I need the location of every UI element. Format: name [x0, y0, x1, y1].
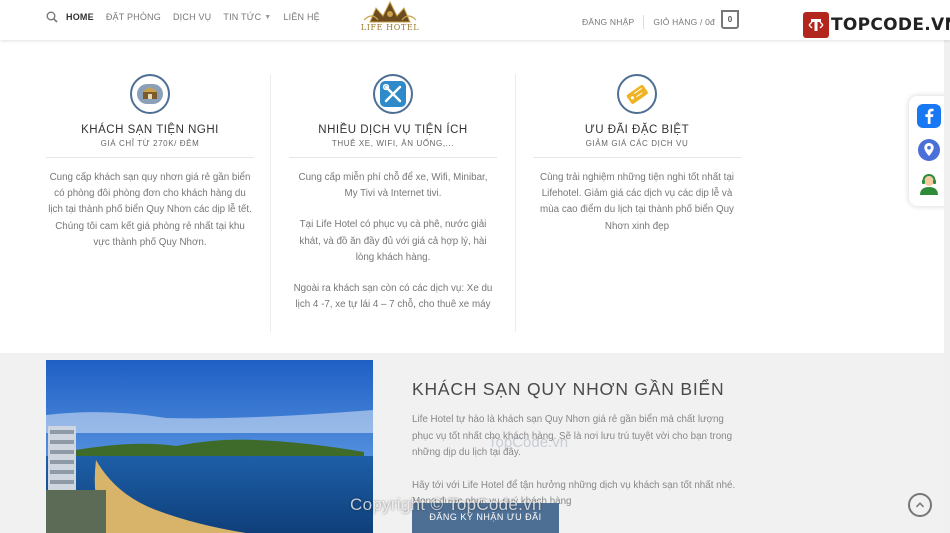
- section-title: KHÁCH SẠN QUY NHƠN GẦN BIỂN: [412, 379, 725, 399]
- cart-count-badge[interactable]: 0: [721, 10, 739, 29]
- cart-link[interactable]: GIỎ HÀNG / 0đ: [653, 17, 715, 27]
- scrollbar[interactable]: [944, 40, 950, 533]
- feature-description: Cùng trải nghiệm những tiện nghi tốt nhấ…: [540, 172, 734, 232]
- nav-services[interactable]: DỊCH VỤ: [173, 12, 211, 22]
- nav-news[interactable]: TIN TỨC ▼: [223, 12, 271, 22]
- topcode-brand: TOPCODE.VN: [803, 12, 950, 38]
- hotel-icon: [137, 84, 163, 104]
- feature-card-hotel: KHÁCH SẠN TIỆN NGHI GIÁ CHỈ TỪ 270K/ ĐÊM…: [46, 74, 254, 251]
- chevron-down-icon: ▼: [264, 13, 272, 21]
- nav-news-label: TIN TỨC: [223, 12, 262, 22]
- column-divider: [270, 74, 271, 332]
- feature-description: Tại Life Hotel có phục vụ cà phê, nước g…: [299, 219, 487, 263]
- feature-description: Ngoài ra khách sạn còn có các dịch vụ: X…: [293, 283, 493, 311]
- divider: [289, 157, 497, 158]
- divider: [533, 157, 741, 158]
- coupon-icon: [626, 84, 648, 104]
- feature-description: Cung cấp miễn phí chỗ để xe, Wifi, Minib…: [298, 172, 488, 200]
- support-agent-icon[interactable]: [917, 172, 941, 196]
- features-section: KHÁCH SẠN TIỆN NGHI GIÁ CHỈ TỪ 270K/ ĐÊM…: [0, 40, 950, 353]
- feature-subtitle: GIÁ CHỈ TỪ 270K/ ĐÊM: [100, 139, 200, 148]
- feature-card-offers: ƯU ĐÃI ĐẶC BIỆT GIẢM GIÁ CÁC DỊCH VỤ Cùn…: [533, 74, 741, 235]
- feature-subtitle: GIẢM GIÁ CÁC DỊCH VỤ: [585, 139, 689, 148]
- brand-name: TOPCODE.VN: [831, 15, 950, 35]
- feature-subtitle: THUÊ XE, WIFI, ĂN UỐNG,...: [331, 139, 455, 148]
- divider: [643, 14, 645, 29]
- nav-home[interactable]: HOME: [66, 12, 94, 22]
- logo-text: LIFE HOTEL: [360, 23, 420, 32]
- account-nav: ĐĂNG NHẬP GIỎ HÀNG / 0đ 0: [582, 10, 739, 31]
- tools-icon: [380, 81, 406, 107]
- search-icon[interactable]: [46, 11, 58, 23]
- site-header: HOME ĐẶT PHÒNG DỊCH VỤ TIN TỨC ▼ LIÊN HỆ …: [0, 0, 950, 40]
- nav-contact[interactable]: LIÊN HỆ: [283, 12, 319, 22]
- feature-description: Cung cấp khách sạn quy nhơn giá rẻ gần b…: [48, 172, 252, 248]
- facebook-icon[interactable]: [917, 104, 941, 128]
- topcode-logo-icon: [803, 12, 829, 38]
- feature-title: ƯU ĐÃI ĐẶC BIỆT: [584, 124, 690, 136]
- about-content: KHÁCH SẠN QUY NHƠN GẦN BIỂN Life Hotel t…: [412, 379, 742, 511]
- map-pin-icon[interactable]: [917, 138, 941, 162]
- beach-photo: [46, 360, 373, 533]
- column-divider: [515, 74, 516, 332]
- feature-icon-circle: [130, 74, 170, 114]
- watermark-text: TopCode.vn: [488, 434, 569, 451]
- quy-nhon-beach-image: [46, 360, 373, 533]
- feature-title: NHIỀU DỊCH VỤ TIỆN ÍCH: [318, 124, 468, 136]
- copyright-watermark: Copyright © TopCode.vn: [350, 495, 542, 514]
- chevron-up-icon: [915, 502, 925, 508]
- feature-title: KHÁCH SẠN TIỆN NGHI: [81, 124, 219, 136]
- about-paragraph: Life Hotel tự hào là khách sạn Quy Nhơn …: [412, 414, 733, 458]
- hotel-logo[interactable]: LIFE HOTEL: [352, 0, 428, 40]
- login-link[interactable]: ĐĂNG NHẬP: [582, 17, 634, 27]
- main-nav: HOME ĐẶT PHÒNG DỊCH VỤ TIN TỨC ▼ LIÊN HỆ: [46, 11, 332, 23]
- back-to-top-button[interactable]: [908, 493, 932, 517]
- feature-icon-circle: [617, 74, 657, 114]
- nav-booking[interactable]: ĐẶT PHÒNG: [106, 12, 161, 22]
- feature-card-services: NHIỀU DỊCH VỤ TIỆN ÍCH THUÊ XE, WIFI, ĂN…: [289, 74, 497, 313]
- feature-icon-circle: [373, 74, 413, 114]
- divider: [46, 157, 254, 158]
